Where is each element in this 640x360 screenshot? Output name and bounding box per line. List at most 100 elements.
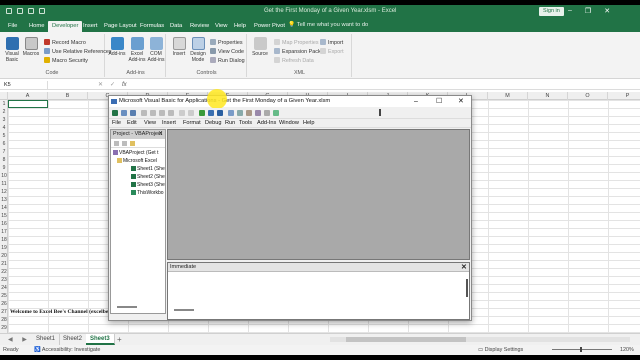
view-excel-icon[interactable] xyxy=(112,110,118,116)
com-addins-button[interactable]: COM Add-ins xyxy=(145,37,167,63)
vba-minimize-button[interactable]: – xyxy=(414,96,418,107)
view-code-button[interactable]: View Code xyxy=(210,48,244,56)
tab-formulas[interactable]: Formulas xyxy=(136,21,168,32)
row-header[interactable]: 1 xyxy=(0,100,8,108)
restore-button[interactable]: ❐ xyxy=(585,7,591,15)
row-header[interactable]: 8 xyxy=(0,156,8,164)
sheet-nav-arrows[interactable]: ◀ ▶ xyxy=(8,336,31,343)
map-properties-button[interactable]: Map Properties xyxy=(274,39,319,47)
row-header[interactable]: 9 xyxy=(0,164,8,172)
menu-tools[interactable]: Tools xyxy=(239,120,252,126)
row-header[interactable]: 23 xyxy=(0,276,8,284)
insert-module-icon[interactable] xyxy=(121,110,127,116)
run-dialog-button[interactable]: Run Dialog xyxy=(210,57,245,65)
row-header[interactable]: 14 xyxy=(0,204,8,212)
tree-node-sheet3[interactable]: Sheet3 (She xyxy=(131,182,165,189)
immediate-window[interactable]: Immediate ✕ xyxy=(167,262,470,320)
paste-icon[interactable] xyxy=(159,110,165,116)
object-browser-icon[interactable] xyxy=(255,110,261,116)
menu-view[interactable]: View xyxy=(144,120,156,126)
view-object-icon[interactable] xyxy=(122,141,127,146)
row-header[interactable]: 11 xyxy=(0,180,8,188)
zoom-slider[interactable] xyxy=(552,347,612,352)
tell-me-search[interactable]: 💡 Tell me what you want to do xyxy=(288,22,368,28)
immediate-close-icon[interactable]: ✕ xyxy=(461,263,467,272)
scrollbar-thumb[interactable] xyxy=(346,337,466,342)
toolbox-icon[interactable] xyxy=(264,110,270,116)
zoom-level[interactable]: 120% xyxy=(620,345,634,355)
project-horizontal-scrollbar[interactable] xyxy=(117,306,137,308)
code-window-area[interactable] xyxy=(167,129,470,260)
minimize-button[interactable]: – xyxy=(568,7,572,15)
tree-node-sheet2[interactable]: Sheet2 (She xyxy=(131,174,165,181)
row-header[interactable]: 13 xyxy=(0,196,8,204)
immediate-vertical-scrollbar[interactable] xyxy=(466,279,468,297)
menu-edit[interactable]: Edit xyxy=(127,120,137,126)
immediate-horizontal-scrollbar[interactable] xyxy=(174,309,194,311)
tab-data[interactable]: Data xyxy=(166,21,186,32)
project-explorer-icon[interactable] xyxy=(237,110,243,116)
vba-save-icon[interactable] xyxy=(130,110,136,116)
row-header[interactable]: 24 xyxy=(0,284,8,292)
redo-icon[interactable] xyxy=(39,8,45,14)
row-header[interactable]: 28 xyxy=(0,316,8,324)
row-header[interactable]: 17 xyxy=(0,228,8,236)
properties-button[interactable]: Properties xyxy=(210,39,243,47)
menu-format[interactable]: Format xyxy=(183,120,201,126)
cut-icon[interactable] xyxy=(141,110,147,116)
select-all-corner[interactable] xyxy=(0,92,8,100)
view-code-small-icon[interactable] xyxy=(114,141,119,146)
macros-button[interactable]: Macros xyxy=(20,37,42,57)
row-header[interactable]: 15 xyxy=(0,212,8,220)
import-button[interactable]: Import xyxy=(320,39,343,47)
tab-file[interactable]: File xyxy=(4,21,21,32)
save-icon[interactable] xyxy=(17,8,23,14)
record-macro-button[interactable]: Record Macro xyxy=(44,39,86,47)
vba-undo-icon[interactable] xyxy=(179,110,185,116)
tab-home[interactable]: Home xyxy=(25,21,48,32)
properties-window-icon[interactable] xyxy=(246,110,252,116)
column-header[interactable]: B xyxy=(48,92,88,100)
tab-developer[interactable]: Developer xyxy=(48,21,83,32)
row-header[interactable]: 26 xyxy=(0,300,8,308)
break-icon[interactable] xyxy=(208,110,214,116)
column-header[interactable]: A xyxy=(8,92,48,100)
row-header[interactable]: 2 xyxy=(0,108,8,116)
menu-file[interactable]: File xyxy=(112,120,121,126)
row-header[interactable]: 29 xyxy=(0,324,8,332)
find-icon[interactable] xyxy=(168,110,174,116)
row-header[interactable]: 22 xyxy=(0,268,8,276)
export-button[interactable]: Export xyxy=(320,48,344,56)
project-close-icon[interactable]: ✕ xyxy=(158,130,163,139)
tree-node-project[interactable]: VBAProject (Get t xyxy=(113,150,158,157)
tab-power-pivot[interactable]: Power Pivot xyxy=(250,21,289,32)
menu-help[interactable]: Help xyxy=(303,120,315,126)
toolbar-overflow-handle[interactable] xyxy=(379,109,381,116)
row-header[interactable]: 25 xyxy=(0,292,8,300)
refresh-data-button[interactable]: Refresh Data xyxy=(274,57,314,65)
zoom-slider-thumb[interactable] xyxy=(580,347,582,352)
row-header[interactable]: 27 xyxy=(0,308,8,316)
row-header[interactable]: 20 xyxy=(0,252,8,260)
tab-insert[interactable]: Insert xyxy=(79,21,102,32)
copy-icon[interactable] xyxy=(150,110,156,116)
sheet-tab-sheet2[interactable]: Sheet2 xyxy=(59,334,88,345)
relative-references-button[interactable]: Use Relative References xyxy=(44,48,112,56)
tree-node-thisworkbook[interactable]: ThisWorkbo xyxy=(131,190,164,197)
row-header[interactable]: 4 xyxy=(0,124,8,132)
toggle-folders-icon[interactable] xyxy=(130,141,135,146)
row-header[interactable]: 6 xyxy=(0,140,8,148)
autosave-icon[interactable] xyxy=(6,8,12,14)
cancel-entry-icon[interactable]: ✕ xyxy=(98,81,103,90)
help-icon[interactable] xyxy=(273,110,279,116)
sheet-tab-sheet1[interactable]: Sheet1 xyxy=(32,334,61,345)
row-header[interactable]: 16 xyxy=(0,220,8,228)
name-box[interactable]: K5 xyxy=(2,81,48,90)
macro-security-button[interactable]: Macro Security xyxy=(44,57,88,65)
display-settings-button[interactable]: ▭ Display Settings xyxy=(478,345,523,355)
horizontal-scrollbar[interactable] xyxy=(330,337,630,342)
row-header[interactable]: 7 xyxy=(0,148,8,156)
row-header[interactable]: 5 xyxy=(0,132,8,140)
vba-maximize-button[interactable]: ☐ xyxy=(436,96,442,107)
undo-icon[interactable] xyxy=(28,8,34,14)
